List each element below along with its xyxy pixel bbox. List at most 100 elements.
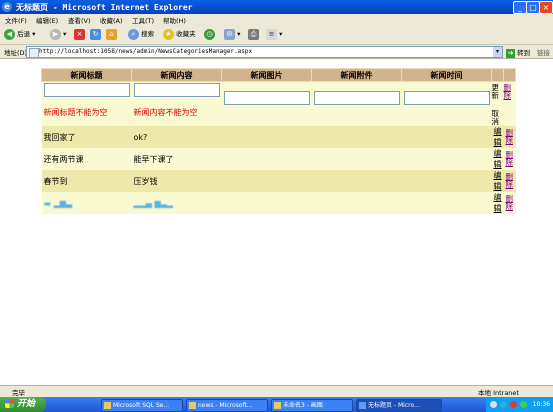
chevron-down-icon: ▾ — [63, 30, 67, 38]
image-input[interactable] — [223, 91, 310, 105]
delete-link[interactable]: 删除 — [506, 151, 514, 167]
stop-icon: × — [74, 28, 85, 40]
task-sql-server[interactable]: Microsoft SQL Se... — [101, 399, 183, 412]
task-paint[interactable]: 未命名3 - 画图 — [271, 399, 353, 412]
window-title: 无标题页 - Microsoft Internet Explorer — [16, 3, 193, 12]
delete-link[interactable]: 删除 — [504, 84, 512, 100]
links-button[interactable]: 链接 — [537, 47, 550, 57]
security-icon[interactable] — [510, 401, 517, 408]
edit-actions-cell: 更新取消 — [491, 81, 504, 126]
clock: 10:36 — [532, 401, 550, 408]
start-label: 开始 — [17, 399, 36, 409]
search-button[interactable]: ⌕ 搜索 — [128, 28, 154, 41]
task-ie[interactable]: 无标题页 - Micro... — [356, 399, 442, 412]
edit-link-text[interactable]: 编辑 — [494, 149, 502, 169]
task-label: Microsoft SQL Se... — [113, 402, 170, 409]
page-icon — [29, 48, 39, 58]
header-news-title: 新闻标题 — [41, 68, 132, 82]
toolbar: ◀ 后退 ▾ ▶ ▾ × ↻ ⌂ ⌕ 搜索 ★ 收藏夹 ◷ ✉ ▾ ⎙ ≡ ▾ — [0, 25, 553, 45]
status-text: 完毕 — [12, 389, 25, 397]
chevron-down-icon: ▾ — [237, 30, 241, 38]
mail-button[interactable]: ✉ ▾ — [224, 28, 240, 41]
edit-link-text[interactable]: 编辑 — [494, 193, 502, 213]
menu-tools[interactable]: 工具(T) — [132, 15, 154, 25]
favorites-button[interactable]: ★ 收藏夹 — [163, 28, 196, 41]
table-row: 春节到 压岁钱 编辑 删除 — [41, 170, 516, 192]
back-label: 后退 — [17, 30, 31, 38]
header-empty — [503, 68, 516, 82]
header-news-time: 新闻时间 — [401, 68, 492, 82]
chevron-down-icon[interactable]: ▾ — [493, 47, 502, 57]
edit-delete-cell: 删除 — [503, 81, 516, 126]
title-error: 新闻标题不能为空 — [43, 108, 108, 117]
row-title-smudged: ▬ ▂▆▃ — [41, 192, 132, 214]
edit-title-cell: 新闻标题不能为空 — [41, 81, 132, 126]
edit-content-cell: 新闻内容不能为空 — [131, 81, 222, 126]
page-content: 新闻标题 新闻内容 新闻图片 新闻附件 新闻时间 新闻标题不能为空 新闻内容不能… — [0, 59, 553, 385]
stop-button[interactable]: × — [74, 28, 85, 41]
edit-page-button[interactable]: ≡ ▾ — [266, 28, 282, 41]
window-title-bar[interactable]: e 无标题页 - Microsoft Internet Explorer _ □… — [0, 0, 553, 14]
title-input[interactable] — [43, 83, 130, 97]
content-error: 新闻内容不能为空 — [133, 108, 198, 117]
app-icon — [104, 402, 111, 409]
menu-help[interactable]: 帮助(H) — [163, 15, 186, 25]
delete-link[interactable]: 删除 — [506, 195, 514, 211]
time-input[interactable] — [403, 91, 490, 105]
forward-arrow-icon: ▶ — [50, 28, 61, 40]
close-button[interactable]: × — [539, 1, 553, 14]
refresh-icon: ↻ — [90, 28, 101, 40]
forward-button[interactable]: ▶ ▾ — [50, 28, 66, 41]
row-title: 我回家了 — [41, 126, 132, 148]
delete-link[interactable]: 删除 — [506, 173, 514, 189]
edit-link[interactable]: 编辑 — [491, 192, 504, 214]
star-icon: ★ — [163, 28, 174, 40]
delete-cell: 删除 — [503, 126, 516, 148]
attachment-input[interactable] — [313, 91, 400, 105]
go-arrow-icon: ➜ — [506, 48, 515, 58]
menu-favorites[interactable]: 收藏(A) — [100, 15, 123, 25]
edit-link[interactable]: 编辑 — [491, 148, 504, 170]
ie-icon: e — [2, 2, 12, 12]
row-title: 春节到 — [41, 170, 132, 192]
edit-link[interactable]: 编辑 — [491, 170, 504, 192]
news-grid: 新闻标题 新闻内容 新闻图片 新闻附件 新闻时间 新闻标题不能为空 新闻内容不能… — [41, 68, 516, 214]
paint-icon — [274, 402, 281, 409]
grid-header-row: 新闻标题 新闻内容 新闻图片 新闻附件 新闻时间 — [41, 68, 516, 82]
row-content: 压岁钱 — [131, 170, 222, 192]
minimize-button[interactable]: _ — [513, 1, 527, 14]
cancel-link[interactable]: 取消 — [492, 110, 500, 126]
tray-icon[interactable] — [490, 401, 497, 408]
table-row: ▬ ▂▆▃ ▂▂▄ ▆▃▂ 编辑 删除 — [41, 192, 516, 214]
task-label: news - Microsoft... — [198, 402, 253, 409]
delete-cell: 删除 — [503, 192, 516, 214]
delete-cell: 删除 — [503, 170, 516, 192]
task-news-vs[interactable]: news - Microsoft... — [186, 399, 268, 412]
edit-link-text[interactable]: 编辑 — [494, 171, 502, 191]
back-button[interactable]: ◀ 后退 ▾ — [4, 28, 35, 41]
smudged-text-graphic: ▬ ▂▆▃ — [43, 198, 73, 208]
task-label: 未命名3 - 画图 — [283, 402, 323, 409]
volume-icon[interactable] — [520, 401, 527, 408]
update-link[interactable]: 更新 — [492, 84, 500, 100]
menu-view[interactable]: 查看(V) — [68, 15, 91, 25]
row-content: 能早下课了 — [131, 148, 222, 170]
row-content: ok? — [131, 126, 222, 148]
address-input[interactable]: http://localhost:1058/news/admin/NewsCat… — [26, 46, 503, 58]
network-icon[interactable] — [500, 401, 507, 408]
print-button[interactable]: ⎙ — [248, 28, 259, 41]
edit-link[interactable]: 编辑 — [491, 126, 504, 148]
home-button[interactable]: ⌂ — [106, 28, 117, 41]
search-icon: ⌕ — [128, 28, 139, 40]
go-button[interactable]: ➜ 转到 — [506, 47, 530, 58]
content-input[interactable] — [133, 83, 220, 97]
edit-link-text[interactable]: 编辑 — [494, 127, 502, 147]
maximize-button[interactable]: □ — [526, 1, 540, 14]
refresh-button[interactable]: ↻ — [90, 28, 101, 41]
delete-link[interactable]: 删除 — [506, 129, 514, 145]
row-content-smudged: ▂▂▄ ▆▃▂ — [131, 192, 222, 214]
start-button[interactable]: 开始 — [0, 397, 46, 412]
menu-file[interactable]: 文件(F) — [5, 15, 27, 25]
history-button[interactable]: ◷ — [204, 28, 215, 41]
menu-edit[interactable]: 编辑(E) — [36, 15, 58, 25]
